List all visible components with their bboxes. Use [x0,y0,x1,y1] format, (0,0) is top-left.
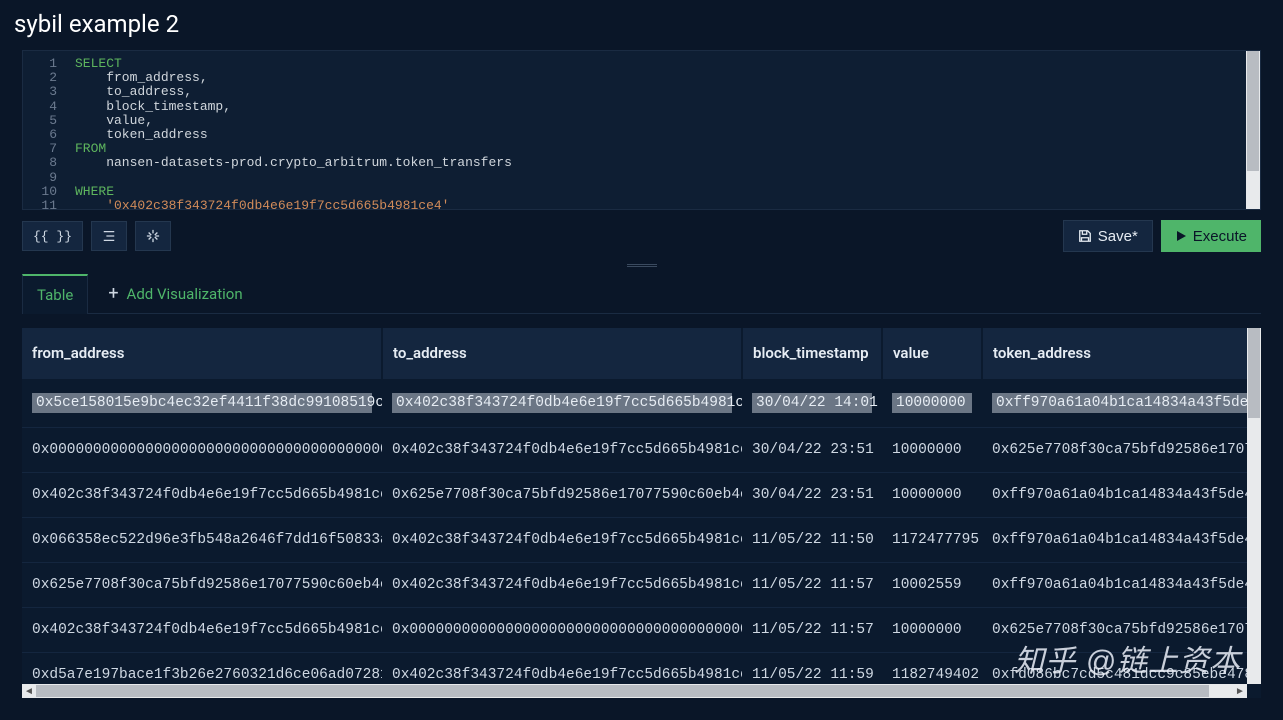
play-icon [1175,230,1187,242]
execute-button-label: Execute [1193,228,1247,245]
table-cell[interactable]: 0x402c38f343724f0db4e6e19f7cc5d665b4981c… [22,473,382,518]
table-row[interactable]: 0x402c38f343724f0db4e6e19f7cc5d665b4981c… [22,608,1261,653]
save-icon [1078,229,1092,243]
editor-toolbar: {{ }} Save* Execute [22,210,1261,262]
table-cell[interactable]: 0x625e7708f30ca75bfd92586e1707 [982,608,1261,653]
table-cell[interactable]: 10000000 [882,428,982,473]
braces-button[interactable]: {{ }} [22,221,83,251]
results-scrollbar-vertical[interactable] [1247,328,1261,684]
table-row[interactable]: 0x5ce158015e9bc4ec32ef4411f38dc99108519c… [22,379,1261,428]
table-cell[interactable]: 0x402c38f343724f0db4e6e19f7cc5d665b4981c… [382,428,742,473]
table-cell[interactable]: 10000000 [882,473,982,518]
table-cell[interactable]: 10000000 [882,379,982,428]
column-header[interactable]: value [882,328,982,379]
table-cell[interactable]: 0xff970a61a04b1ca14834a43f5de4 [982,473,1261,518]
sql-editor[interactable]: 1234567891011 SELECT from_address, to_ad… [22,50,1261,210]
editor-scrollbar-vertical[interactable] [1246,51,1260,209]
table-cell[interactable]: 0x402c38f343724f0db4e6e19f7cc5d665b4981c… [22,608,382,653]
table-cell[interactable]: 0x5ce158015e9bc4ec32ef4411f38dc99108519c… [22,379,382,428]
save-button[interactable]: Save* [1063,220,1153,252]
resize-handle[interactable] [0,262,1283,268]
plus-icon: + [108,283,118,304]
results-table: from_addressto_addressblock_timestampval… [22,328,1261,697]
editor-gutter: 1234567891011 [23,51,65,209]
table-cell[interactable]: 11/05/22 11:57 [742,563,882,608]
column-header[interactable]: token_address [982,328,1261,379]
scroll-left-arrow-icon[interactable]: ◄ [22,684,36,698]
save-button-label: Save* [1098,228,1138,245]
table-cell[interactable]: 1172477795 [882,518,982,563]
table-cell[interactable]: 0x402c38f343724f0db4e6e19f7cc5d665b4981c… [382,563,742,608]
table-cell[interactable]: 30/04/22 14:01 [742,379,882,428]
cancel-query-button[interactable] [135,221,171,251]
table-cell[interactable]: 30/04/22 23:51 [742,428,882,473]
table-cell[interactable]: 10002559 [882,563,982,608]
table-cell[interactable]: 0x625e7708f30ca75bfd92586e17077590c60eb4… [22,563,382,608]
format-button[interactable] [91,221,127,251]
table-cell[interactable]: 0xff970a61a04b1ca14834a43f5de4 [982,379,1261,428]
table-cell[interactable]: 0x00000000000000000000000000000000000000… [22,428,382,473]
results-panel: from_addressto_addressblock_timestampval… [22,328,1261,698]
scroll-right-arrow-icon[interactable]: ► [1233,684,1247,698]
table-cell[interactable]: 0x402c38f343724f0db4e6e19f7cc5d665b4981c… [382,379,742,428]
table-row[interactable]: 0x00000000000000000000000000000000000000… [22,428,1261,473]
add-visualization-button[interactable]: + Add Visualization [108,283,242,304]
format-icon [102,229,116,243]
column-header[interactable]: from_address [22,328,382,379]
add-visualization-label: Add Visualization [127,285,243,303]
editor-code[interactable]: SELECT from_address, to_address, block_t… [65,51,512,209]
table-cell[interactable]: 30/04/22 23:51 [742,473,882,518]
table-cell[interactable]: 0x625e7708f30ca75bfd92586e17077590c60eb4… [382,473,742,518]
results-scrollbar-horizontal[interactable]: ◄ ► [22,684,1247,698]
spark-icon [146,229,160,243]
table-body: 0x5ce158015e9bc4ec32ef4411f38dc99108519c… [22,379,1261,698]
table-cell[interactable]: 11/05/22 11:50 [742,518,882,563]
table-cell[interactable]: 11/05/22 11:57 [742,608,882,653]
table-cell[interactable]: 0x402c38f343724f0db4e6e19f7cc5d665b4981c… [382,518,742,563]
table-row[interactable]: 0x625e7708f30ca75bfd92586e17077590c60eb4… [22,563,1261,608]
table-cell[interactable]: 0x625e7708f30ca75bfd92586e1707 [982,428,1261,473]
column-header[interactable]: block_timestamp [742,328,882,379]
table-cell[interactable]: 0xff970a61a04b1ca14834a43f5de4 [982,518,1261,563]
table-cell[interactable]: 0x066358ec522d96e3fb548a2646f7dd16f50833… [22,518,382,563]
table-row[interactable]: 0x402c38f343724f0db4e6e19f7cc5d665b4981c… [22,473,1261,518]
table-cell[interactable]: 10000000 [882,608,982,653]
table-row[interactable]: 0x066358ec522d96e3fb548a2646f7dd16f50833… [22,518,1261,563]
tab-table[interactable]: Table [22,274,88,314]
execute-button[interactable]: Execute [1161,220,1261,252]
table-cell[interactable]: 0x00000000000000000000000000000000000000… [382,608,742,653]
page-title: sybil example 2 [0,0,1283,50]
table-cell[interactable]: 0xff970a61a04b1ca14834a43f5de4 [982,563,1261,608]
table-header-row: from_addressto_addressblock_timestampval… [22,328,1261,379]
column-header[interactable]: to_address [382,328,742,379]
result-tabs: Table + Add Visualization [22,274,1261,314]
